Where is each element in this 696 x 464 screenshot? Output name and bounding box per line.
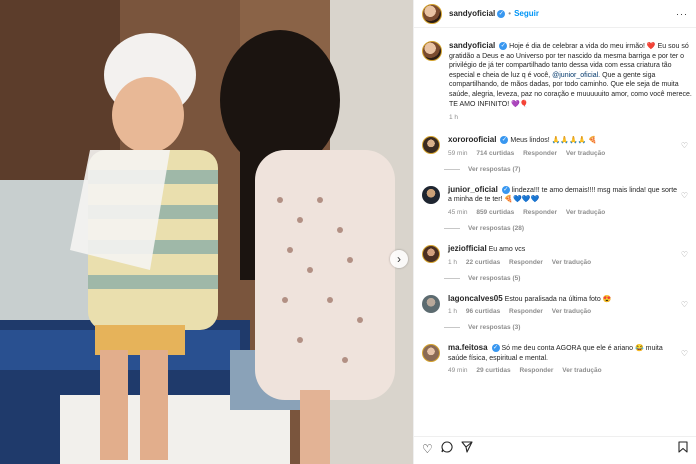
reply-button[interactable]: Responder xyxy=(519,367,553,374)
reply-button[interactable]: Responder xyxy=(509,259,543,266)
comment-likes[interactable]: 29 curtidas xyxy=(476,367,510,374)
bookmark-icon[interactable] xyxy=(678,441,688,456)
comment-time: 59 min xyxy=(448,149,468,157)
comment-username[interactable]: junior_oficial xyxy=(448,185,498,194)
comment-time: 45 min xyxy=(448,208,468,216)
comment-username[interactable]: jeziofficial xyxy=(448,244,487,253)
comment-heart-icon[interactable]: ♡ xyxy=(681,250,688,259)
commenter-avatar[interactable] xyxy=(422,344,440,363)
verified-badge-icon: ✓ xyxy=(500,136,509,145)
replies-line xyxy=(444,168,460,170)
share-icon[interactable] xyxy=(461,441,473,456)
replies-line xyxy=(444,227,460,229)
more-options-icon[interactable]: ··· xyxy=(676,9,688,19)
author-avatar[interactable] xyxy=(422,3,442,24)
replies-line xyxy=(444,277,460,279)
caption-line-1: Hoje é dia de celebrar a vida do meu irm… xyxy=(509,43,656,50)
follow-button[interactable]: Seguir xyxy=(514,9,539,18)
view-replies-button[interactable]: Ver respostas (28) xyxy=(444,225,696,232)
caption-text: sandyoficial ✓ Hoje é dia de celebrar a … xyxy=(449,41,696,109)
comment-heart-icon[interactable]: ♡ xyxy=(681,300,688,309)
verified-badge-icon: ✓ xyxy=(501,185,510,194)
author-username[interactable]: sandyoficial xyxy=(449,9,495,18)
translate-button[interactable]: Ver tradução xyxy=(566,209,605,216)
translate-button[interactable]: Ver tradução xyxy=(562,367,601,374)
comment-icon[interactable] xyxy=(441,441,453,456)
comment-item: junior_oficial ✓ lindeza!!! te amo demai… xyxy=(414,185,696,216)
reply-button[interactable]: Responder xyxy=(509,308,543,315)
comment-item: ma.feitosa ✓ Só me deu conta AGORA que e… xyxy=(414,343,696,374)
translate-button[interactable]: Ver tradução xyxy=(566,150,605,157)
view-replies-button[interactable]: Ver respostas (7) xyxy=(444,166,696,173)
view-replies-button[interactable]: Ver respostas (5) xyxy=(444,275,696,282)
caption-mention[interactable]: @junior_oficial. xyxy=(552,72,600,79)
next-photo-button[interactable]: › xyxy=(390,250,408,268)
comment-heart-icon[interactable]: ♡ xyxy=(681,141,688,150)
separator-dot: • xyxy=(508,9,512,18)
commenter-avatar[interactable] xyxy=(422,136,440,155)
comment-likes[interactable]: 859 curtidas xyxy=(476,209,514,216)
comment-heart-icon[interactable]: ♡ xyxy=(681,349,688,358)
post-side-panel: sandyoficial ✓ • Seguir ··· sandyoficial… xyxy=(413,0,696,464)
caption-username[interactable]: sandyoficial xyxy=(449,41,495,50)
comment-username[interactable]: lagoncalves05 xyxy=(448,294,503,303)
comment-time: 1 h xyxy=(448,258,458,266)
post-caption: sandyoficial ✓ Hoje é dia de celebrar a … xyxy=(414,29,696,121)
reply-button[interactable]: Responder xyxy=(523,150,557,157)
comment-text: Estou paralisada na última foto 😍 xyxy=(504,295,612,303)
commenter-avatar[interactable] xyxy=(422,294,440,313)
post-actions-bar: ♡ xyxy=(414,436,696,460)
verified-badge-icon: ✓ xyxy=(497,9,506,18)
comment-heart-icon[interactable]: ♡ xyxy=(681,191,688,200)
comment-username[interactable]: xororooficial xyxy=(448,135,496,144)
comment-item: jeziofficial Eu amo vcs 1 h 22 curtidas … xyxy=(414,244,696,266)
caption-avatar[interactable] xyxy=(422,41,442,61)
reply-button[interactable]: Responder xyxy=(523,209,557,216)
view-replies-label: Ver respostas (3) xyxy=(468,324,521,332)
comment-time: 49 min xyxy=(448,367,468,375)
replies-line xyxy=(444,327,460,329)
view-replies-label: Ver respostas (7) xyxy=(468,165,521,173)
translate-button[interactable]: Ver tradução xyxy=(552,308,591,315)
caption-time: 1 h xyxy=(449,114,459,122)
comment-time: 1 h xyxy=(448,308,458,316)
post-header: sandyoficial ✓ • Seguir ··· xyxy=(414,0,696,28)
comment-item: xororooficial ✓ Meus lindos! 🙏🙏🙏🙏 🍕 59 m… xyxy=(414,135,696,157)
translate-button[interactable]: Ver tradução xyxy=(552,259,591,266)
verified-badge-icon: ✓ xyxy=(491,344,500,353)
heart-icon[interactable]: ♡ xyxy=(422,442,433,456)
photo-illustration xyxy=(0,0,413,464)
comment-likes[interactable]: 96 curtidas xyxy=(466,308,500,315)
comment-likes[interactable]: 714 curtidas xyxy=(476,150,514,157)
comments-scroll-area[interactable]: sandyoficial ✓ Hoje é dia de celebrar a … xyxy=(414,29,696,424)
comment-likes[interactable]: 22 curtidas xyxy=(466,259,500,266)
comment-text: Meus lindos! 🙏🙏🙏🙏 🍕 xyxy=(510,137,598,145)
view-replies-button[interactable]: Ver respostas (3) xyxy=(444,324,696,331)
commenter-avatar[interactable] xyxy=(422,244,440,263)
post-photo[interactable]: › xyxy=(0,0,413,464)
comment-item: lagoncalves05 Estou paralisada na última… xyxy=(414,294,696,316)
commenter-avatar[interactable] xyxy=(422,185,440,204)
comment-text: Eu amo vcs xyxy=(488,245,526,253)
comment-username[interactable]: ma.feitosa xyxy=(448,343,488,352)
verified-badge-icon: ✓ xyxy=(499,42,508,51)
view-replies-label: Ver respostas (5) xyxy=(468,274,521,282)
caption-line-4: TE AMO INFINITO! 💜🎈 xyxy=(449,100,529,108)
view-replies-label: Ver respostas (28) xyxy=(468,224,525,232)
